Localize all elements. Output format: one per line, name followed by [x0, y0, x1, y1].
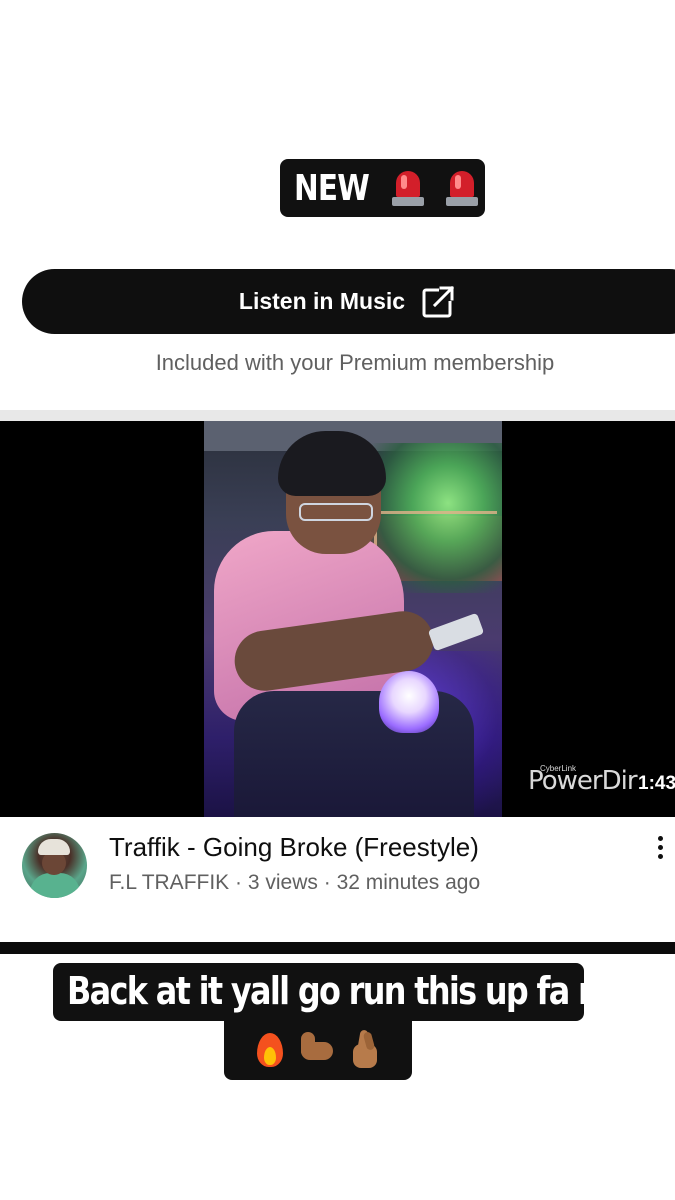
story-caption-new-text: NEW — [294, 167, 370, 209]
story-caption-emoji-box — [224, 1019, 412, 1080]
meta-separator: · — [317, 871, 337, 894]
section-divider-dark — [0, 942, 675, 954]
police-light-icon — [391, 167, 425, 209]
video-frame-image — [204, 421, 502, 817]
watermark-text: PowerDir — [528, 766, 638, 796]
premium-membership-note: Included with your Premium membership — [155, 350, 555, 375]
story-caption-text-box: Back at it yall go run this up fa me — [53, 963, 631, 1021]
story-caption-new: NEW — [280, 159, 485, 217]
channel-avatar[interactable] — [22, 833, 87, 898]
crossed-fingers-icon — [347, 1028, 381, 1070]
upload-age: 32 minutes ago — [336, 871, 481, 894]
video-meta: F.L TRAFFIK · 3 views · 32 minutes ago — [109, 871, 480, 895]
section-divider — [0, 410, 675, 421]
video-title[interactable]: Traffik - Going Broke (Freestyle) — [109, 832, 479, 863]
listen-in-music-button[interactable]: Listen in Music — [22, 269, 675, 334]
more-options-icon[interactable] — [648, 836, 672, 864]
flexed-biceps-icon — [297, 1031, 335, 1068]
video-thumbnail[interactable] — [0, 421, 675, 817]
story-caption-text: Back at it yall go run this up fa me — [67, 969, 631, 1013]
video-duration: 1:43 — [638, 773, 675, 794]
police-light-icon — [445, 167, 479, 209]
external-link-icon — [422, 285, 455, 317]
listen-in-music-label: Listen in Music — [238, 288, 406, 314]
fire-icon — [255, 1031, 285, 1069]
channel-name[interactable]: F.L TRAFFIK — [109, 871, 229, 894]
meta-separator: · — [229, 871, 248, 894]
view-count: 3 views — [247, 871, 318, 894]
